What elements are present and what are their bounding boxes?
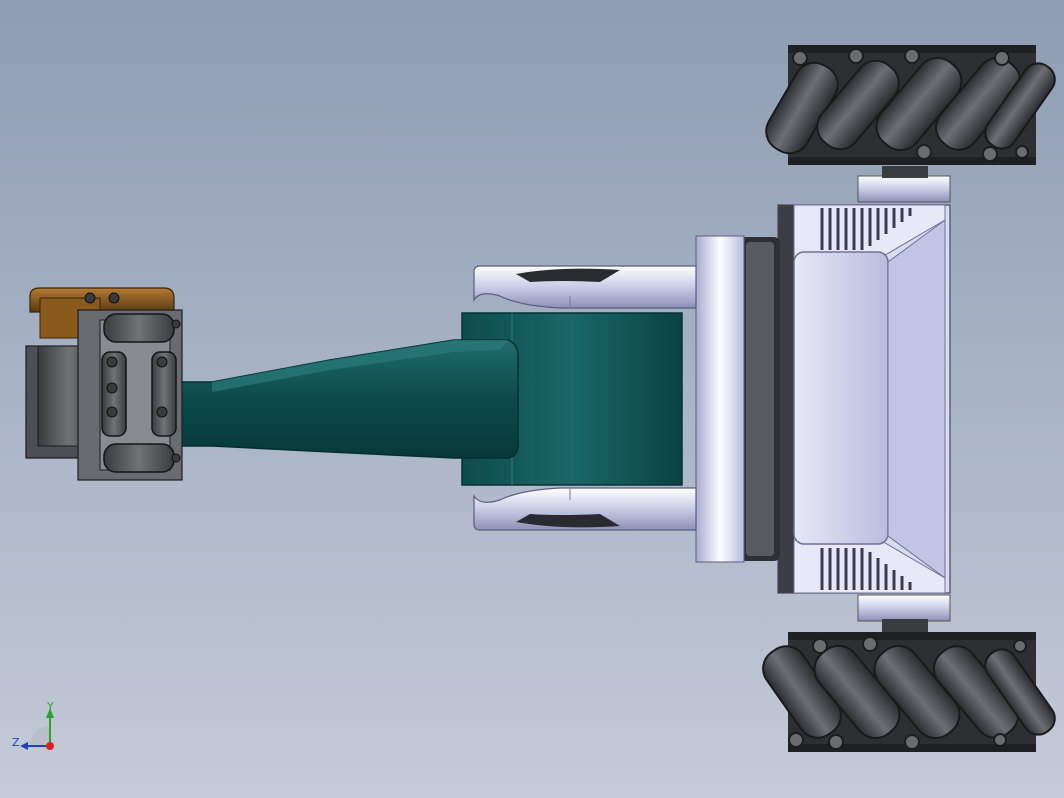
- z-axis-label: Z: [12, 736, 20, 749]
- y-axis-label: Y: [46, 700, 54, 713]
- model-canvas[interactable]: Y Z: [0, 0, 1064, 798]
- chassis-body[interactable]: [777, 204, 951, 594]
- origin-dot: [46, 742, 54, 750]
- turntable[interactable]: [695, 235, 780, 563]
- gripper-assembly[interactable]: [25, 287, 183, 481]
- cad-viewport[interactable]: Y Z: [0, 0, 1064, 798]
